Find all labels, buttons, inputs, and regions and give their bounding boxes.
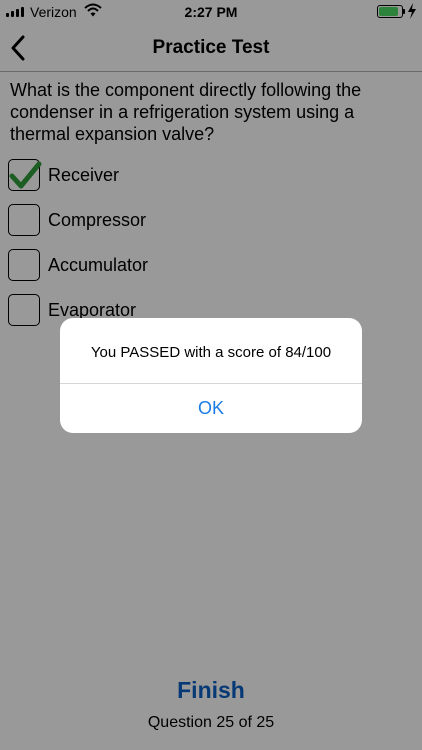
ok-button[interactable]: OK [60,384,362,433]
result-alert: You PASSED with a score of 84/100 OK [60,318,362,433]
alert-message: You PASSED with a score of 84/100 [90,344,332,361]
